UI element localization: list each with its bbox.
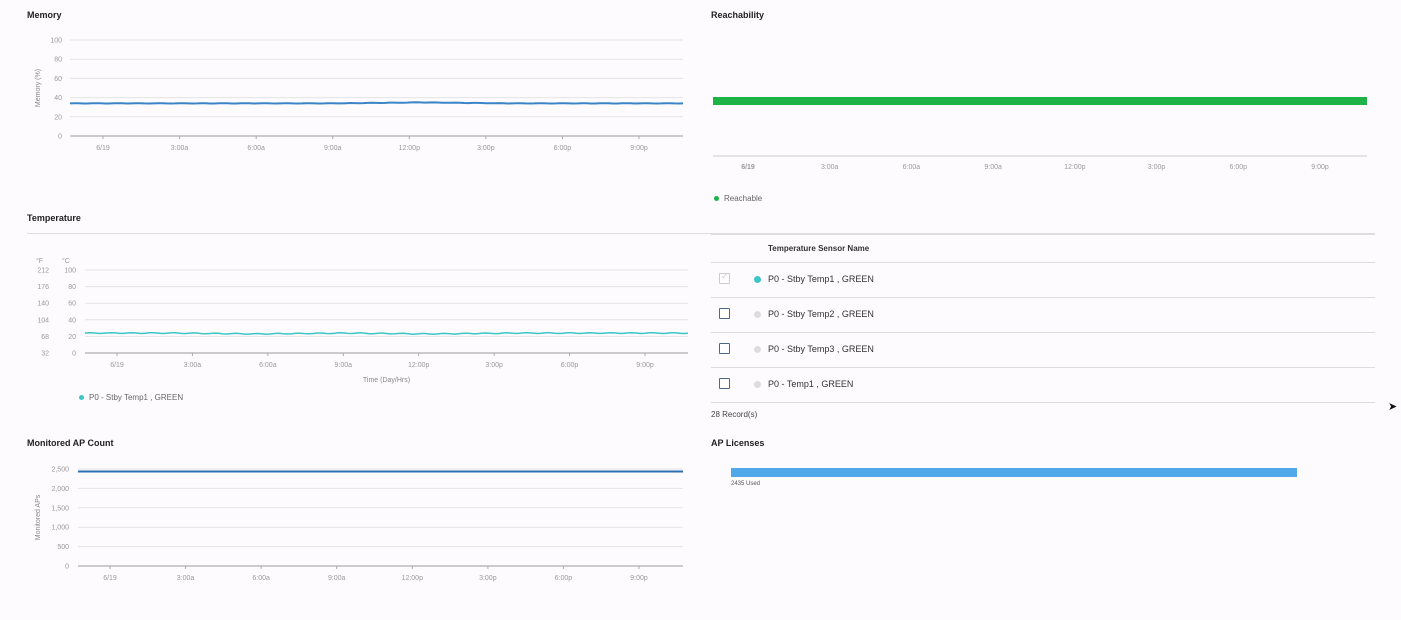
records-count: 28 Record(s) (711, 410, 758, 419)
memory-chart: 100 80 60 40 20 0 6/19 3:00a 6:00a 9:00a 12:00p 3:0… (35, 38, 684, 152)
temperature-x-tick-label: 6/19 (110, 362, 124, 369)
sensor-checkbox[interactable] (719, 378, 730, 389)
reachability-x-tick-label: 6:00a (903, 164, 921, 171)
reachability-x-tick-label: 3:00a (821, 164, 839, 171)
temperature-x-tick-label: 3:00p (485, 362, 503, 369)
reachability-status-bar (713, 97, 1367, 105)
ap-count-x-tick-label: 9:00p (630, 575, 648, 582)
temperature-chart: °F °C 212 100 176 80 140 60 104 40 68 20 32 0 6/19 3:00… (36, 257, 689, 384)
temperature-y2-tick-label: 0 (72, 351, 76, 358)
reachability-x-tick-label: 9:00p (1311, 164, 1329, 171)
memory-y-axis-label: Memory (%) (35, 69, 42, 107)
ap-count-y-tick-label: 2,500 (51, 467, 69, 474)
ap-count-y-tick-label: 0 (65, 564, 69, 571)
sensor-color-dot-icon (754, 346, 761, 353)
temperature-y-tick-label: 68 (41, 334, 49, 341)
ap-count-x-tick-label: 3:00p (479, 575, 497, 582)
reachability-x-tick-label: 3:00p (1148, 164, 1166, 171)
sensor-row[interactable]: P0 - Stby Temp3 , GREEN (711, 333, 1375, 368)
temp-unit-f-label: °F (36, 257, 43, 265)
sensor-row[interactable]: P0 - Stby Temp1 , GREEN (711, 263, 1375, 298)
memory-x-tick-label: 12:00p (399, 145, 421, 152)
ap-count-y-tick-label: 1,000 (51, 525, 69, 532)
sensor-row[interactable]: P0 - Stby Temp2 , GREEN (711, 298, 1375, 333)
temperature-y-tick-label: 32 (41, 351, 49, 358)
memory-x-tick-label: 9:00p (630, 145, 648, 152)
temperature-x-tick-label: 12:00p (408, 362, 430, 369)
reachability-x-tick-label: 6/19 (741, 164, 755, 171)
reachability-x-tick-label: 12:00p (1064, 164, 1086, 171)
temperature-x-axis-label: Time (Day/Hrs) (363, 377, 410, 384)
mouse-cursor-icon: ➤ (1388, 401, 1398, 413)
temperature-x-tick-label: 6:00a (259, 362, 277, 369)
temp-unit-c-label: °C (62, 257, 70, 265)
sensor-label: P0 - Temp1 , GREEN (768, 379, 854, 389)
memory-y-tick-label: 80 (54, 57, 62, 64)
memory-y-tick-label: 100 (50, 38, 62, 45)
temperature-y2-tick-label: 20 (68, 334, 76, 341)
ap-count-x-tick-label: 12:00p (402, 575, 424, 582)
temperature-y-tick-label: 140 (37, 301, 49, 308)
temperature-legend: P0 - Stby Temp1 , GREEN (79, 393, 183, 402)
sensor-checkbox[interactable] (719, 271, 730, 284)
temperature-x-tick-label: 9:00a (335, 362, 353, 369)
sensor-color-dot-icon (754, 381, 761, 388)
memory-x-tick-label: 3:00p (477, 145, 495, 152)
sensor-table-header: Temperature Sensor Name (711, 234, 1375, 263)
reachability-chart: 6/19 3:00a 6:00a 9:00a 12:00p 3:00p 6:00p 9:00p (713, 97, 1367, 171)
temperature-y2-tick-label: 80 (68, 284, 76, 291)
temperature-series-line (84, 331, 689, 336)
ap-count-chart: 2,500 2,000 1,500 1,000 500 0 6/19 3:00a 6:00a 9:… (35, 467, 683, 582)
memory-y-tick-label: 0 (58, 134, 62, 141)
temperature-y2-tick-label: 60 (68, 301, 76, 308)
reachability-legend-label: Reachable (724, 194, 763, 203)
ap-licenses-used-label: 2435 Used (731, 481, 761, 487)
temperature-y-tick-label: 104 (37, 317, 49, 324)
ap-count-x-tick-label: 3:00a (177, 575, 195, 582)
reachability-x-tick-label: 6:00p (1230, 164, 1248, 171)
reachable-dot-icon (714, 196, 719, 201)
memory-y-tick-label: 20 (54, 114, 62, 121)
sensor-label: P0 - Stby Temp1 , GREEN (768, 274, 874, 284)
memory-y-tick-label: 60 (54, 76, 62, 83)
sensor-checkbox[interactable] (719, 343, 730, 354)
sensor-name-column-header: Temperature Sensor Name (768, 244, 870, 253)
temperature-y-tick-label: 176 (37, 284, 49, 291)
memory-x-tick-label: 6:00a (247, 145, 265, 152)
memory-series-line (69, 101, 684, 105)
ap-licenses-bar (731, 468, 1297, 477)
ap-count-y-tick-label: 2,000 (51, 486, 69, 493)
memory-x-tick-label: 6/19 (96, 145, 110, 152)
memory-y-tick-label: 40 (54, 95, 62, 102)
sensor-color-dot-icon (754, 311, 761, 318)
temp-legend-dot-icon (79, 395, 84, 400)
ap-licenses-title: AP Licenses (711, 438, 765, 448)
ap-count-y-tick-label: 500 (57, 544, 69, 551)
memory-x-tick-label: 3:00a (171, 145, 189, 152)
reachability-legend: Reachable (714, 194, 762, 203)
reachability-x-tick-label: 9:00a (984, 164, 1002, 171)
sensor-checkbox[interactable] (719, 308, 730, 319)
memory-x-tick-label: 9:00a (324, 145, 342, 152)
ap-count-y-tick-label: 1,500 (51, 505, 69, 512)
ap-count-y-axis-label: Monitored APs (35, 494, 42, 540)
ap-count-x-tick-label: 6/19 (103, 575, 117, 582)
sensor-label: P0 - Stby Temp3 , GREEN (768, 344, 874, 354)
ap-count-x-tick-label: 9:00a (328, 575, 346, 582)
temperature-x-tick-label: 3:00a (184, 362, 202, 369)
temperature-x-tick-label: 6:00p (561, 362, 579, 369)
sensor-row[interactable]: P0 - Temp1 , GREEN (711, 368, 1375, 403)
sensor-table: Temperature Sensor Name P0 - Stby Temp1 … (711, 234, 1375, 403)
temperature-y-tick-label: 212 (37, 268, 49, 275)
temperature-y2-tick-label: 100 (64, 268, 76, 275)
temperature-x-tick-label: 9:00p (636, 362, 654, 369)
ap-count-x-tick-label: 6:00a (252, 575, 270, 582)
ap-count-x-tick-label: 6:00p (555, 575, 573, 582)
sensor-label: P0 - Stby Temp2 , GREEN (768, 309, 874, 319)
sensor-color-dot-icon (754, 276, 761, 283)
temperature-y2-tick-label: 40 (68, 317, 76, 324)
temperature-title: Temperature (27, 213, 81, 223)
memory-x-tick-label: 6:00p (554, 145, 572, 152)
temperature-legend-label: P0 - Stby Temp1 , GREEN (89, 393, 184, 402)
